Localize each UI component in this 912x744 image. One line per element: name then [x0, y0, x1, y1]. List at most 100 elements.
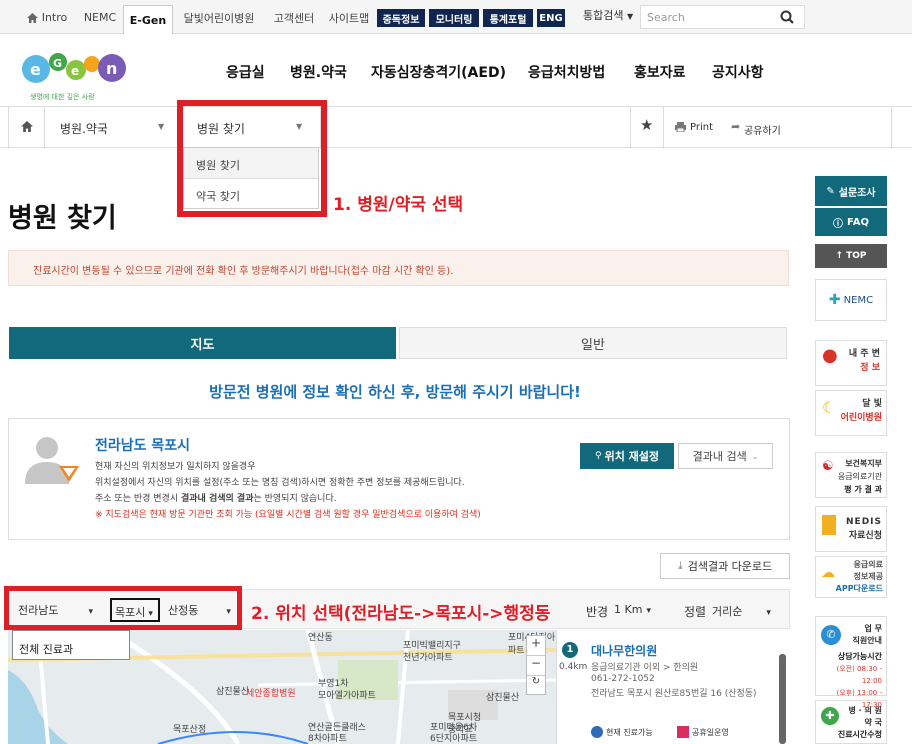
- moonlight-hospital-link[interactable]: ☾ 달 빛 어린이병원: [815, 390, 887, 436]
- tab-general[interactable]: 일반: [399, 327, 787, 359]
- result-index-badge: 1: [562, 642, 578, 658]
- search-scope-label: 통합검색: [583, 9, 624, 22]
- annotation-step1: 1. 병원/약국 선택: [333, 195, 464, 215]
- star-icon[interactable]: ★: [640, 116, 653, 134]
- search-within-results-button[interactable]: 결과내 검색 ⌄: [678, 443, 773, 469]
- map-label: 6단지아파트: [430, 734, 478, 744]
- share-button[interactable]: 공유하기: [744, 122, 781, 137]
- sort-value: 거리순: [712, 605, 743, 618]
- breadcrumb-level1[interactable]: 병원.약국: [60, 120, 108, 137]
- print-button[interactable]: Print: [690, 122, 713, 133]
- nedis-link[interactable]: NEDIS 자료신청: [815, 506, 887, 552]
- svg-text:e: e: [30, 60, 41, 79]
- nav-pr[interactable]: 홍보자료: [634, 62, 686, 82]
- eng-button[interactable]: ENG: [537, 9, 565, 27]
- document-icon: [822, 515, 836, 535]
- sort-select[interactable]: 거리순 ▾: [712, 603, 771, 619]
- user-avatar-icon: [25, 437, 79, 484]
- tab-egen-label: E-Gen: [129, 13, 167, 27]
- divider: [891, 107, 892, 149]
- download-icon: ⤓: [677, 559, 683, 572]
- tab-sitemap[interactable]: 사이트맵: [324, 5, 374, 30]
- map-label: 천년가아파트: [403, 653, 453, 663]
- map-zoom-control[interactable]: + − ↻: [526, 635, 546, 695]
- location-line3-b: 결과내 검색의 결과: [180, 494, 254, 504]
- staff-contact-link[interactable]: ✆ 업 무 직원안내 상담가능시간 (오전) 08:30 - 12:00 (오후…: [815, 616, 887, 709]
- nav-notices[interactable]: 공지사항: [712, 62, 764, 82]
- clock-icon: [591, 726, 603, 738]
- map-label: 모아엘가아파트: [318, 691, 376, 701]
- notice-banner: 진료시간이 변동될 수 있으므로 기관에 전화 확인 후 방문해주시기 바랍니다…: [8, 250, 789, 286]
- search-icon[interactable]: [780, 10, 794, 24]
- app-download-link[interactable]: ☁ 응급의료 정보제공 APP다운로드: [815, 556, 887, 598]
- moon-icon: ☾: [822, 398, 837, 417]
- faq-label: FAQ: [847, 216, 869, 228]
- location-line1: 현재 자신의 위치정보가 일치하지 않을경우: [95, 462, 256, 472]
- logo-mark: e G e n: [22, 53, 126, 83]
- tab-map[interactable]: 지도: [9, 327, 396, 359]
- hours-edit-link[interactable]: ✚ 병 · 의 원 약 국 진료시간수정: [815, 700, 887, 744]
- annotation-box-2: [4, 586, 242, 630]
- tab-egen[interactable]: E-Gen: [123, 5, 173, 34]
- zoom-in-icon[interactable]: +: [527, 636, 545, 656]
- location-line3: 주소 또는 반경 변경시 결과내 검색의 결과는 반영되지 않습니다.: [95, 491, 337, 504]
- plus-icon: ✚: [821, 707, 839, 725]
- radius-value: 1 Km: [614, 603, 643, 616]
- home-icon[interactable]: [21, 121, 33, 132]
- department-select[interactable]: 전체 진료과: [12, 630, 130, 660]
- help-circle-icon: ⓘ: [833, 218, 844, 230]
- nemc-link[interactable]: ✚ NEMC: [815, 279, 887, 321]
- top-button[interactable]: ↑ TOP: [815, 244, 887, 268]
- tab-moonlight-label: 달빛어린이병원: [183, 11, 255, 25]
- nav-aed[interactable]: 자동심장충격기(AED): [371, 62, 506, 82]
- nearby-info-link[interactable]: ● 내 주 변 정 보: [815, 340, 887, 386]
- tab-customer-label: 고객센터: [273, 11, 315, 25]
- calendar-icon: [677, 726, 689, 738]
- divider: [663, 107, 664, 149]
- location-title: 전라남도 목포시: [95, 438, 191, 454]
- eval-label-3: 평 가 결 과: [844, 485, 882, 494]
- result-scrollbar[interactable]: [779, 654, 786, 744]
- monitoring-button[interactable]: 모니터링: [429, 9, 479, 27]
- tab-intro-label: Intro: [41, 11, 68, 24]
- page-title: 병원 찾기: [8, 203, 117, 234]
- reset-location-button[interactable]: ⚲ 위치 재설정: [580, 443, 674, 469]
- divider: [44, 107, 45, 149]
- egen-logo[interactable]: e G e n 생명에 대한 깊은 사랑: [20, 50, 130, 101]
- tab-nemc[interactable]: NEMC: [80, 5, 120, 30]
- map-view[interactable]: 전체 진료과 연산동 포미빅밸리지구 천년가아파트 삼진물산 세안종합병원 부영…: [8, 630, 556, 744]
- location-line2: 위치설정에서 자신의 위치를 설정(주소 또는 명칭 검색)하시면 정확한 주변…: [95, 478, 465, 488]
- result-address: 전라남도 목포시 원산로85번길 16 (산정동): [591, 689, 757, 699]
- survey-button[interactable]: ✎ 설문조사: [815, 176, 887, 206]
- result-name[interactable]: 대나무한의원: [591, 642, 657, 659]
- nav-first-aid[interactable]: 응급처치방법: [528, 62, 605, 82]
- result-list: 1 0.4km 대나무한의원 응급의료기관 이외 > 한의원 061-272-1…: [556, 630, 790, 744]
- top-label: TOP: [846, 251, 867, 261]
- map-label: 연산동: [308, 633, 333, 643]
- nav-hospital-pharmacy[interactable]: 병원.약국: [290, 62, 347, 82]
- tab-moonlight[interactable]: 달빛어린이병원: [178, 5, 260, 30]
- search-scope-select[interactable]: 통합검색 ▼: [583, 7, 633, 23]
- radius-select[interactable]: 1 Km ▾: [614, 603, 651, 616]
- poison-info-button[interactable]: 중독정보: [377, 9, 425, 27]
- tab-nemc-label: NEMC: [83, 11, 117, 24]
- refresh-icon[interactable]: ↻: [527, 676, 545, 694]
- caret-down-icon: ▼: [158, 122, 165, 131]
- download-results-button[interactable]: ⤓ 검색결과 다운로드: [660, 553, 790, 579]
- nav-emergency-room[interactable]: 응급실: [226, 62, 265, 82]
- tab-customer[interactable]: 고객센터: [266, 5, 322, 30]
- chevron-down-icon: ⌄: [751, 451, 759, 461]
- stats-portal-button[interactable]: 통계포털: [483, 9, 533, 27]
- zoom-out-icon[interactable]: −: [527, 656, 545, 676]
- eval-result-link[interactable]: ☯ 보건복지부 응급의료기관 평 가 결 과: [815, 452, 887, 498]
- staff-label-4: (오전) 08:30 - 12:00: [836, 665, 883, 685]
- page: Intro NEMC E-Gen 달빛어린이병원 고객센터 사이트맵 중독정보 …: [0, 0, 912, 744]
- faq-button[interactable]: ⓘ FAQ: [815, 208, 887, 236]
- tab-sitemap-label: 사이트맵: [328, 11, 370, 25]
- result-type: 응급의료기관 이외 > 한의원: [591, 663, 699, 673]
- arrow-up-icon: ↑: [835, 251, 844, 261]
- badge-holiday: 공휴일운영: [677, 726, 729, 738]
- taeguk-icon: ☯: [822, 459, 834, 474]
- download-label: 검색결과 다운로드: [687, 560, 773, 573]
- tab-intro[interactable]: Intro: [22, 5, 72, 30]
